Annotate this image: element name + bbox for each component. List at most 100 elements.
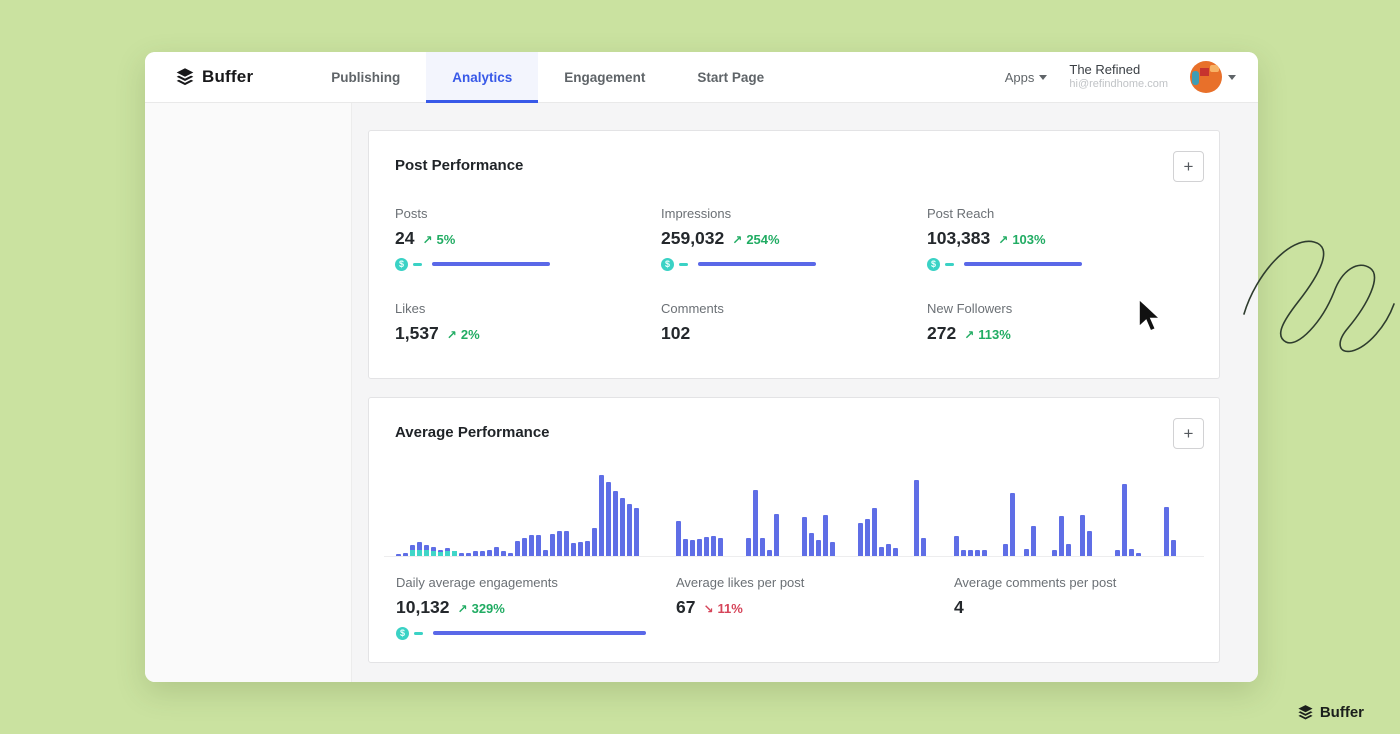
average-performance-title: Average Performance bbox=[384, 418, 550, 441]
metric-value-row: 1,537↗2% bbox=[395, 323, 661, 344]
tab-publishing[interactable]: Publishing bbox=[305, 52, 426, 102]
chart-bar bbox=[816, 540, 821, 556]
chart-bar bbox=[410, 545, 415, 556]
chart-bar bbox=[676, 521, 681, 556]
boost-dollar-icon: $ bbox=[396, 627, 409, 640]
metric-value: 4 bbox=[954, 597, 964, 618]
chart-bar bbox=[529, 535, 534, 556]
tab-analytics[interactable]: Analytics bbox=[426, 52, 538, 102]
metric-label: Likes bbox=[395, 301, 661, 316]
chart-bar bbox=[1164, 507, 1169, 556]
chart-bar bbox=[718, 538, 723, 556]
average-performance-stats: Daily average engagements 10,132↗329% $ Ave… bbox=[384, 557, 1204, 662]
metric-value: 67 bbox=[676, 597, 695, 618]
chart-bar bbox=[613, 491, 618, 556]
chart-bar bbox=[571, 543, 576, 556]
metric-change-up: ↗ 254% bbox=[732, 232, 779, 247]
metric-impressions: Impressions259,032↗254%$ bbox=[661, 206, 927, 271]
chart-bar bbox=[968, 550, 973, 556]
comparison-bar: $ bbox=[661, 257, 927, 271]
chart-bar bbox=[557, 531, 562, 556]
metric-change-percent: 5% bbox=[437, 232, 456, 247]
metric-label: Average likes per post bbox=[676, 575, 924, 590]
chart-bar bbox=[634, 508, 639, 556]
chart-bar bbox=[494, 547, 499, 556]
buffer-logo[interactable]: Buffer bbox=[175, 52, 253, 102]
chart-bar bbox=[1024, 549, 1029, 556]
metric-value-row: 4 bbox=[954, 597, 1206, 618]
metric-value-row: 24↗5% bbox=[395, 228, 661, 249]
nav-tabs: PublishingAnalyticsEngagement Start Page bbox=[305, 52, 790, 102]
trend-up-icon: ↗ bbox=[998, 233, 1008, 247]
nav-right: Apps The Refined hi@refindhome.com bbox=[1005, 52, 1258, 102]
mouse-cursor bbox=[1135, 297, 1163, 337]
chart-bar bbox=[1122, 484, 1127, 556]
metric-change-percent: 103% bbox=[1012, 232, 1045, 247]
chart-bar bbox=[396, 554, 401, 556]
chart-bar bbox=[445, 548, 450, 556]
metric-change-up: ↗ 103% bbox=[998, 232, 1045, 247]
tab-engagement[interactable]: Engagement bbox=[538, 52, 671, 102]
avatar bbox=[1190, 61, 1222, 93]
avatar-menu[interactable] bbox=[1190, 61, 1236, 93]
chart-bar bbox=[578, 542, 583, 556]
chart-bar bbox=[466, 553, 471, 556]
chart-bar bbox=[452, 551, 457, 556]
trend-down-icon: ↘ bbox=[703, 602, 713, 616]
add-chart-button[interactable]: + bbox=[1173, 418, 1204, 449]
metric-label: Daily average engagements bbox=[396, 575, 646, 590]
app-window: Buffer PublishingAnalyticsEngagement Star… bbox=[145, 52, 1258, 682]
metric-value-row: 103,383↗103% bbox=[927, 228, 1204, 249]
metric-value: 1,537 bbox=[395, 323, 439, 344]
chart-bar bbox=[1052, 550, 1057, 556]
trend-up-icon: ↗ bbox=[458, 602, 468, 616]
chart-bar bbox=[1087, 531, 1092, 556]
metric-value-row: 10,132↗329% bbox=[396, 597, 646, 618]
chart-bar bbox=[1059, 516, 1064, 556]
chart-bar-teal-segment bbox=[410, 550, 415, 556]
chart-bar bbox=[1171, 540, 1176, 556]
chart-bar bbox=[711, 536, 716, 556]
chart-bar bbox=[606, 482, 611, 556]
metric-change-percent: 11% bbox=[718, 601, 743, 616]
brand-name: Buffer bbox=[202, 67, 253, 87]
chart-bar bbox=[522, 538, 527, 556]
chart-bar bbox=[879, 547, 884, 556]
trend-up-icon: ↗ bbox=[964, 328, 974, 342]
metric-post-reach: Post Reach103,383↗103%$ bbox=[927, 206, 1204, 271]
metric-change-percent: 254% bbox=[746, 232, 779, 247]
metric-label: Comments bbox=[661, 301, 927, 316]
chart-bar bbox=[501, 551, 506, 556]
trend-up-icon: ↗ bbox=[422, 233, 432, 247]
chart-bar bbox=[893, 548, 898, 556]
tab-label: Start Page bbox=[697, 70, 764, 85]
blue-segment bbox=[432, 262, 550, 266]
chart-bar bbox=[1080, 515, 1085, 556]
buffer-stack-icon bbox=[175, 67, 195, 87]
metric-change-up: ↗ 5% bbox=[422, 232, 455, 247]
metric-change-percent: 113% bbox=[978, 327, 1011, 342]
chart-bar bbox=[1003, 544, 1008, 556]
post-performance-metrics: Posts24↗5%$Impressions259,032↗254%$Post … bbox=[384, 184, 1204, 378]
chart-bar bbox=[515, 541, 520, 556]
apps-label: Apps bbox=[1005, 70, 1035, 85]
chart-bar bbox=[1136, 553, 1141, 556]
add-metric-button[interactable]: + bbox=[1173, 151, 1204, 182]
chart-bar bbox=[431, 547, 436, 556]
metric-value: 102 bbox=[661, 323, 690, 344]
account-email: hi@refindhome.com bbox=[1069, 78, 1168, 92]
chart-bar bbox=[1031, 526, 1036, 556]
apps-dropdown[interactable]: Apps bbox=[1005, 70, 1048, 85]
chart-bar bbox=[480, 551, 485, 556]
chart-bar-teal-segment bbox=[438, 552, 443, 556]
chart-bar-teal-segment bbox=[445, 551, 450, 556]
footer-buffer-logo: Buffer bbox=[1297, 704, 1364, 721]
chart-bar bbox=[809, 533, 814, 556]
boost-dollar-icon: $ bbox=[395, 258, 408, 271]
tab-start-page[interactable]: Start Page bbox=[671, 52, 790, 102]
blue-segment bbox=[433, 631, 646, 635]
metric-average-likes-per-post: Average likes per post 67 ↘ 11% bbox=[676, 575, 924, 640]
trend-up-icon: ↗ bbox=[732, 233, 742, 247]
metric-value-row: 67 ↘ 11% bbox=[676, 597, 924, 618]
trend-up-icon: ↗ bbox=[447, 328, 457, 342]
